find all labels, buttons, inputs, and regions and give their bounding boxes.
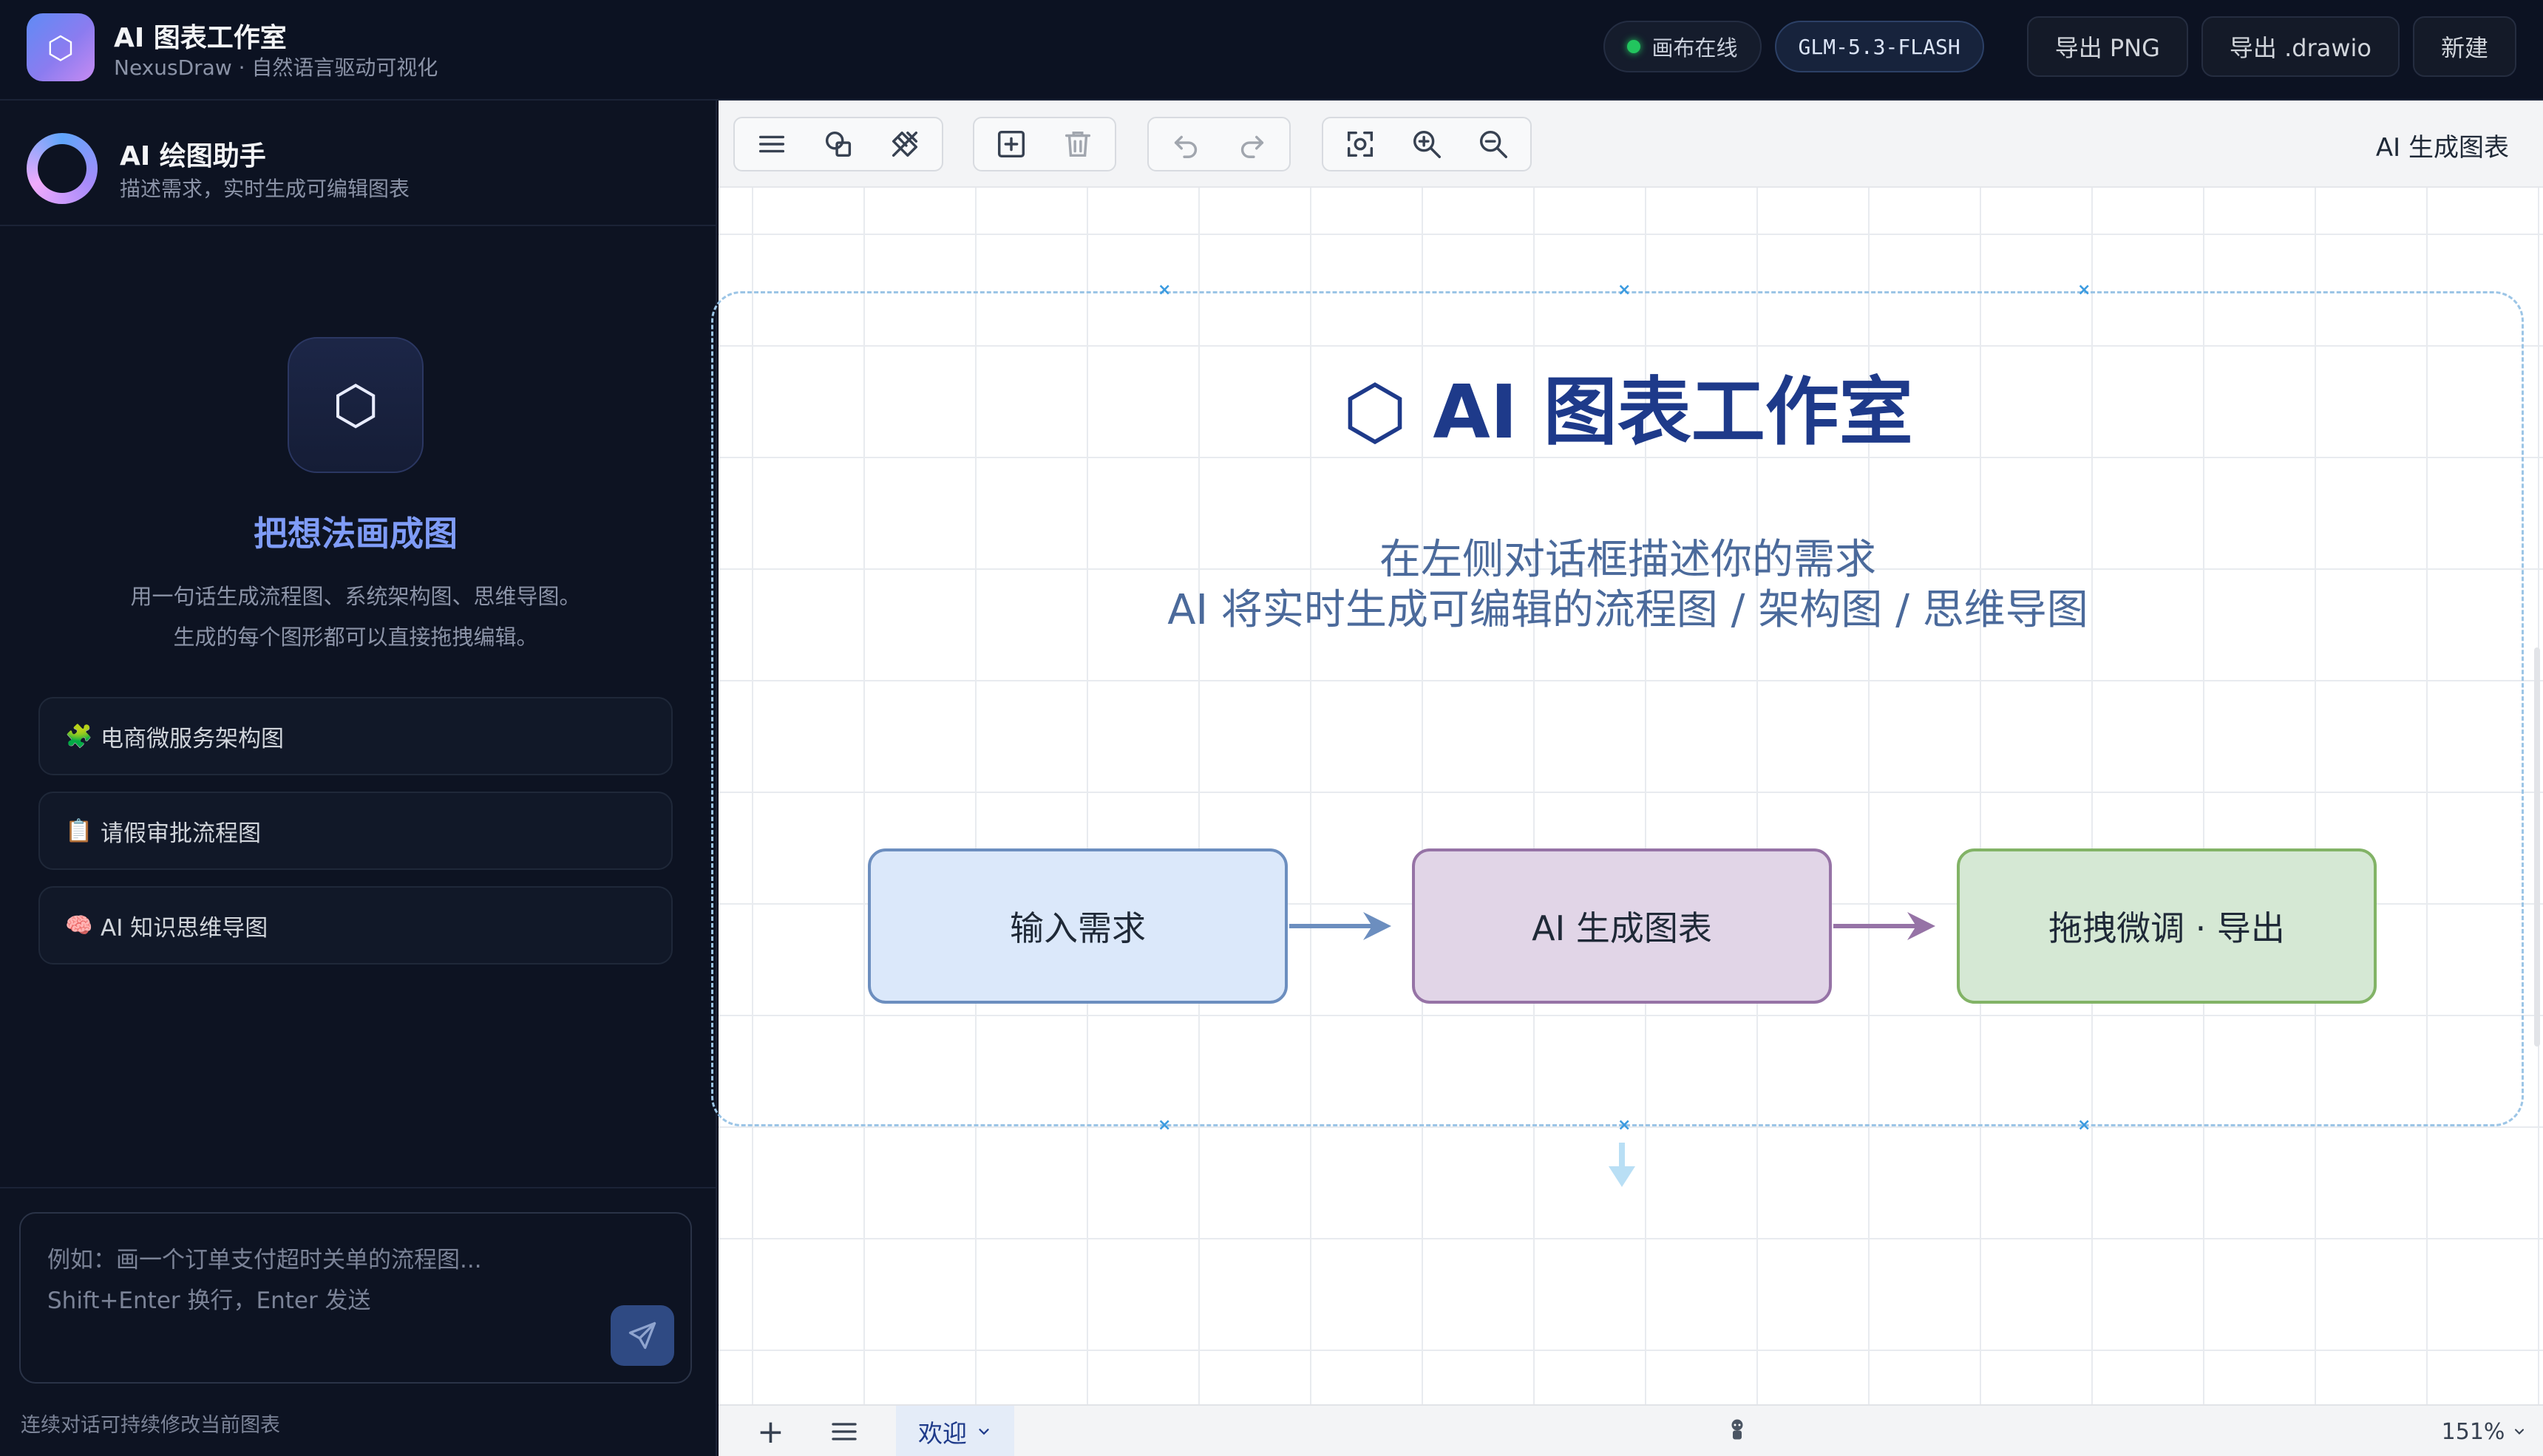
format-button[interactable]	[878, 122, 931, 166]
resize-handle[interactable]: ×	[1617, 1116, 1631, 1134]
assistant-header: AI 绘图助手 描述需求，实时生成可编辑图表	[0, 101, 717, 226]
undo-button[interactable]	[1159, 122, 1212, 166]
github-icon[interactable]	[1724, 1416, 1751, 1449]
menu-icon	[758, 135, 785, 153]
hero-description-line: 用一句话生成流程图、系统架构图、思维导图。	[130, 584, 581, 609]
suggestion-ai-mindmap[interactable]: 🧠 AI 知识思维导图	[38, 886, 673, 965]
insert-icon	[997, 130, 1025, 158]
welcome-line[interactable]: AI 将实时生成可编辑的流程图 / 架构图 / 思维导图	[719, 576, 2537, 636]
add-page-button[interactable]: +	[757, 1413, 784, 1451]
suggestion-label: 请假审批流程图	[101, 820, 261, 847]
topbar-actions: 画布在线 GLM-5.3-FLASH 导出 PNG 导出 .drawio 新建	[1603, 16, 2516, 77]
resize-handle[interactable]: ×	[2077, 281, 2091, 299]
suggestion-label: 电商微服务架构图	[101, 725, 284, 752]
resize-handle[interactable]: ×	[2077, 1116, 2091, 1134]
hero-description: 用一句话生成流程图、系统架构图、思维导图。 生成的每个图形都可以直接拖拽编辑。	[0, 576, 711, 658]
page-tab-label: 欢迎	[918, 1419, 967, 1448]
undo-icon	[1174, 135, 1198, 158]
node-input-requirement[interactable]: 输入需求	[868, 848, 1288, 1004]
canvas-tag-label: AI 生成图表	[2375, 133, 2509, 163]
zoom-level-select[interactable]: 151%	[2442, 1419, 2527, 1445]
node-drag-export[interactable]: 拖拽微调 · 导出	[1957, 848, 2377, 1004]
brain-icon: 🧠	[65, 912, 93, 939]
chevron-down-icon	[979, 1429, 989, 1435]
divider	[0, 1187, 716, 1188]
chat-input[interactable]	[22, 1215, 584, 1363]
delete-icon	[1065, 131, 1091, 157]
zoom-out-button[interactable]	[1467, 122, 1520, 166]
model-badge: GLM-5.3-FLASH	[1774, 21, 1984, 72]
top-bar: ⬡ AI 图表工作室 NexusDraw · 自然语言驱动可视化 画布在线 GL…	[0, 0, 2543, 101]
assistant-panel: AI 绘图助手 描述需求，实时生成可编辑图表 ⬡ 把想法画成图 用一句话生成流程…	[0, 101, 717, 1456]
resize-handle[interactable]: ×	[1617, 281, 1631, 299]
send-button[interactable]	[611, 1305, 674, 1366]
suggestion-leave-approval-flow[interactable]: 📋 请假审批流程图	[38, 792, 673, 870]
app-logo: ⬡	[27, 13, 95, 81]
composer-hint: 连续对话可持续修改当前图表	[21, 1414, 280, 1437]
toolbar-group-history	[1147, 117, 1291, 171]
chat-composer	[19, 1212, 692, 1384]
diagram-editor: × × × × × × ⬡ AI 图表工作室 在左侧对话框描述你的需求 AI 将…	[711, 101, 2543, 1456]
status-dot-icon	[1626, 40, 1640, 53]
assistant-avatar-icon	[27, 133, 98, 204]
zoom-out-icon	[1479, 130, 1507, 158]
send-icon	[628, 1321, 656, 1350]
clipboard-icon: 📋	[65, 817, 93, 844]
app-subtitle: NexusDraw · 自然语言驱动可视化	[114, 55, 438, 80]
welcome-title[interactable]: ⬡ AI 图表工作室	[719, 352, 2537, 459]
redo-icon	[1240, 135, 1264, 158]
assistant-title: AI 绘图助手	[120, 141, 266, 171]
shapes-button[interactable]	[812, 122, 865, 166]
puzzle-icon: 🧩	[65, 723, 93, 749]
hexagon-icon: ⬡	[288, 337, 424, 473]
export-png-button[interactable]: 导出 PNG	[2026, 16, 2188, 77]
fit-button[interactable]	[1334, 122, 1387, 166]
suggestion-label: AI 知识思维导图	[101, 914, 268, 942]
chevron-down-icon	[2514, 1429, 2525, 1435]
hero-description-line: 生成的每个图形都可以直接拖拽编辑。	[173, 625, 538, 650]
fit-icon	[1347, 131, 1374, 157]
zoom-level-label: 151%	[2441, 1419, 2505, 1445]
zoom-in-icon	[1413, 130, 1441, 158]
toolbar-group-view	[1322, 117, 1532, 171]
node-ai-generate[interactable]: AI 生成图表	[1412, 848, 1832, 1004]
vertical-scrollbar[interactable]	[2534, 647, 2540, 1047]
app-title: AI 图表工作室	[114, 23, 287, 53]
page-footer: + 欢迎 151%	[719, 1404, 2543, 1456]
resize-handle[interactable]: ×	[1158, 281, 1171, 299]
menu-button[interactable]	[745, 122, 798, 166]
assistant-subtitle: 描述需求，实时生成可编辑图表	[120, 177, 410, 201]
export-drawio-button[interactable]: 导出 .drawio	[2201, 16, 2400, 77]
zoom-in-button[interactable]	[1400, 122, 1453, 166]
canvas-status-label: 画布在线	[1651, 35, 1738, 61]
new-button[interactable]: 新建	[2412, 16, 2516, 77]
suggestion-ecommerce-architecture[interactable]: 🧩 电商微服务架构图	[38, 697, 673, 775]
delete-button[interactable]	[1051, 122, 1104, 166]
toolbar-group-panels	[733, 117, 943, 171]
insert-button[interactable]	[985, 122, 1038, 166]
shapes-icon	[825, 131, 852, 157]
hero-title: 把想法画成图	[254, 514, 458, 554]
resize-handle[interactable]: ×	[1158, 1116, 1171, 1134]
format-icon	[892, 131, 918, 157]
editor-toolbar: AI 生成图表	[719, 101, 2543, 188]
page-tab-welcome[interactable]: 欢迎	[896, 1406, 1014, 1456]
canvas-status-badge: 画布在线	[1603, 21, 1762, 72]
toolbar-group-edit	[973, 117, 1116, 171]
redo-button[interactable]	[1226, 122, 1279, 166]
pages-menu-icon[interactable]	[829, 1419, 859, 1444]
